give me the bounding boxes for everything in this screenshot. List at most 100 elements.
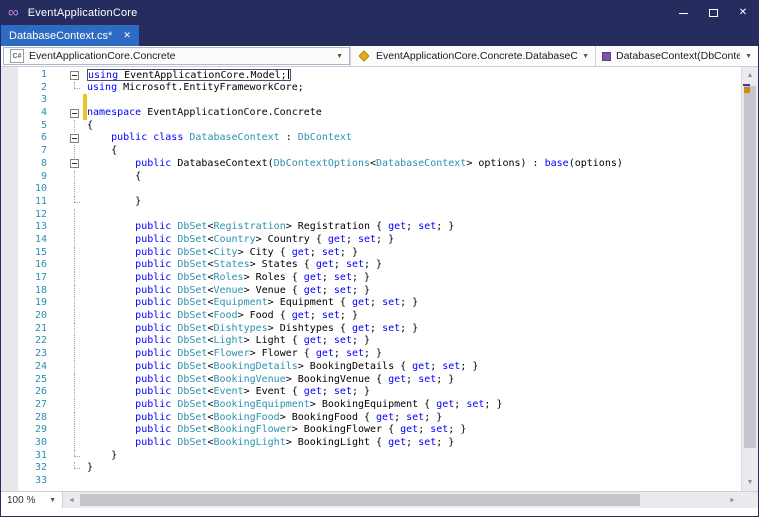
horizontal-scrollbar[interactable]: ◄ ►: [63, 492, 741, 508]
line-number[interactable]: 21: [18, 323, 67, 336]
code-line[interactable]: 17 public DbSet<Roles> Roles { get; set;…: [1, 272, 741, 285]
code-text[interactable]: public DbSet<Dishtypes> Dishtypes { get;…: [87, 323, 741, 336]
breakpoint-margin[interactable]: [1, 196, 18, 209]
code-text[interactable]: using Microsoft.EntityFrameworkCore;: [87, 82, 741, 95]
breakpoint-margin[interactable]: [1, 94, 18, 107]
line-number[interactable]: 29: [18, 424, 67, 437]
code-text[interactable]: public class DatabaseContext : DbContext: [87, 132, 741, 145]
line-number[interactable]: 5: [18, 120, 67, 133]
code-line[interactable]: 12: [1, 208, 741, 222]
line-number[interactable]: 30: [18, 437, 67, 450]
code-line[interactable]: 6 public class DatabaseContext : DbConte…: [1, 132, 741, 145]
code-line[interactable]: 2 using Microsoft.EntityFrameworkCore;: [1, 81, 741, 95]
breakpoint-margin[interactable]: [1, 247, 18, 260]
breakpoint-margin[interactable]: [1, 209, 18, 222]
code-line[interactable]: 10: [1, 183, 741, 196]
code-line[interactable]: 29 public DbSet<BookingFlower> BookingFl…: [1, 424, 741, 437]
line-number[interactable]: 23: [18, 348, 67, 361]
breakpoint-margin[interactable]: [1, 145, 18, 158]
fold-collapse-icon[interactable]: [70, 159, 79, 169]
code-line[interactable]: 8 public DatabaseContext(DbContextOption…: [1, 158, 741, 171]
code-text[interactable]: {: [87, 120, 741, 133]
line-number[interactable]: 14: [18, 234, 67, 247]
code-text[interactable]: public DbSet<Event> Event { get; set; }: [87, 386, 741, 399]
breakpoint-margin[interactable]: [1, 475, 18, 488]
line-number[interactable]: 33: [18, 475, 67, 488]
vertical-scroll-thumb[interactable]: [744, 86, 756, 448]
code-text[interactable]: public DbSet<BookingFlower> BookingFlowe…: [87, 424, 741, 437]
breakpoint-margin[interactable]: [1, 424, 18, 437]
code-line[interactable]: 26 public DbSet<Event> Event { get; set;…: [1, 386, 741, 399]
code-line[interactable]: 21 public DbSet<Dishtypes> Dishtypes { g…: [1, 322, 741, 336]
fold-collapse-icon[interactable]: [70, 108, 79, 118]
breakpoint-margin[interactable]: [1, 361, 18, 374]
code-text[interactable]: public DbSet<Equipment> Equipment { get;…: [87, 297, 741, 310]
breakpoint-margin[interactable]: [1, 132, 18, 145]
breakpoint-margin[interactable]: [1, 259, 18, 272]
breakpoint-margin[interactable]: [1, 69, 18, 82]
line-number[interactable]: 27: [18, 399, 67, 412]
code-text[interactable]: {: [87, 145, 741, 158]
code-text[interactable]: public DbSet<City> City { get; set; }: [87, 247, 741, 260]
maximize-button[interactable]: [698, 1, 728, 25]
code-text[interactable]: [87, 475, 741, 488]
line-number[interactable]: 17: [18, 272, 67, 285]
fold-collapse-icon[interactable]: [70, 133, 79, 143]
code-line[interactable]: 19 public DbSet<Equipment> Equipment { g…: [1, 297, 741, 310]
breakpoint-margin[interactable]: [1, 297, 18, 310]
line-number[interactable]: 7: [18, 145, 67, 158]
code-line[interactable]: 31 }: [1, 449, 741, 463]
code-text[interactable]: public DbSet<BookingEquipment> BookingEq…: [87, 399, 741, 412]
code-line[interactable]: 7 {: [1, 145, 741, 158]
line-number[interactable]: 8: [18, 158, 67, 171]
code-text[interactable]: }: [87, 450, 741, 463]
breakpoint-margin[interactable]: [1, 221, 18, 234]
breakpoint-margin[interactable]: [1, 412, 18, 425]
code-line[interactable]: 9 {: [1, 170, 741, 184]
code-line[interactable]: 16 public DbSet<States> States { get; se…: [1, 259, 741, 272]
breakpoint-margin[interactable]: [1, 171, 18, 184]
code-text[interactable]: public DbSet<Food> Food { get; set; }: [87, 310, 741, 323]
code-line[interactable]: 30 public DbSet<BookingLight> BookingLig…: [1, 436, 741, 450]
code-text[interactable]: using EventApplicationCore.Model;: [87, 69, 741, 82]
code-line[interactable]: 3: [1, 94, 741, 108]
scroll-down-button[interactable]: ▼: [742, 474, 758, 491]
breakpoint-margin[interactable]: [1, 183, 18, 196]
line-number[interactable]: 20: [18, 310, 67, 323]
line-number[interactable]: 4: [18, 107, 67, 120]
code-text[interactable]: public DbSet<BookingFood> BookingFood { …: [87, 412, 741, 425]
breakpoint-margin[interactable]: [1, 285, 18, 298]
line-number[interactable]: 12: [18, 209, 67, 222]
code-editor[interactable]: 1 using EventApplicationCore.Model; 2 using…: [1, 67, 741, 491]
breakpoint-margin[interactable]: [1, 386, 18, 399]
code-text[interactable]: [87, 209, 741, 222]
title-bar[interactable]: ∞ EventApplicationCore ✕: [1, 1, 758, 25]
tab-databasecontext[interactable]: DatabaseContext.cs* ✕: [1, 25, 139, 46]
line-number[interactable]: 16: [18, 259, 67, 272]
tab-close-icon[interactable]: ✕: [123, 31, 131, 40]
breakpoint-margin[interactable]: [1, 82, 18, 95]
code-line[interactable]: 25 public DbSet<BookingVenue> BookingVen…: [1, 373, 741, 387]
code-line[interactable]: 11 }: [1, 195, 741, 209]
line-number[interactable]: 24: [18, 361, 67, 374]
scroll-right-button[interactable]: ►: [724, 492, 741, 508]
code-text[interactable]: public DbSet<Venue> Venue { get; set; }: [87, 285, 741, 298]
breakpoint-margin[interactable]: [1, 335, 18, 348]
code-line[interactable]: 33: [1, 475, 741, 488]
code-text[interactable]: public DbSet<BookingLight> BookingLight …: [87, 437, 741, 450]
code-line[interactable]: 18 public DbSet<Venue> Venue { get; set;…: [1, 284, 741, 298]
code-text[interactable]: public DbSet<States> States { get; set; …: [87, 259, 741, 272]
scroll-left-button[interactable]: ◄: [63, 492, 80, 508]
line-number[interactable]: 18: [18, 285, 67, 298]
line-number[interactable]: 10: [18, 183, 67, 196]
breakpoint-margin[interactable]: [1, 310, 18, 323]
horizontal-scroll-track[interactable]: [80, 492, 724, 508]
code-line[interactable]: 24 public DbSet<BookingDetails> BookingD…: [1, 360, 741, 374]
breakpoint-margin[interactable]: [1, 437, 18, 450]
code-text[interactable]: public DbSet<Flower> Flower { get; set; …: [87, 348, 741, 361]
breakpoint-margin[interactable]: [1, 462, 18, 475]
breakpoint-margin[interactable]: [1, 158, 18, 171]
breakpoint-margin[interactable]: [1, 272, 18, 285]
line-number[interactable]: 15: [18, 247, 67, 260]
line-number[interactable]: 26: [18, 386, 67, 399]
